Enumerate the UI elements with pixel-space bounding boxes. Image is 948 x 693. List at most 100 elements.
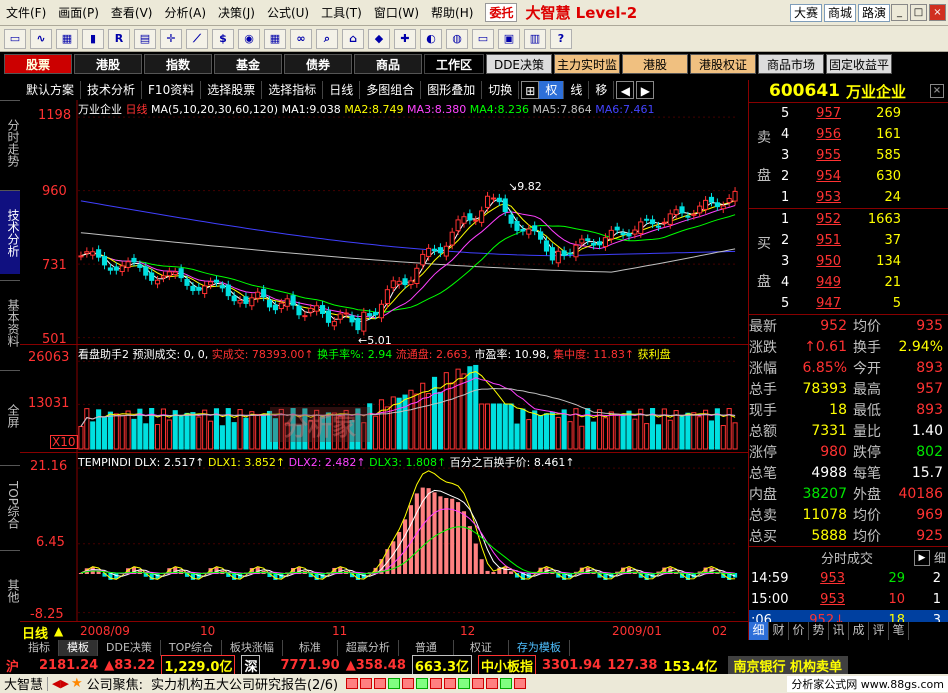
tab-basic-info[interactable]: 基本资料 — [0, 280, 20, 364]
expand-icon[interactable]: ▶ — [913, 549, 930, 566]
tab-template[interactable]: 模板 — [59, 640, 98, 656]
hk-warrant-tab[interactable]: 港股权证 — [690, 54, 756, 74]
sells-row[interactable]: 3 955 585 — [749, 145, 948, 166]
grid-icon[interactable]: ▦ — [264, 28, 286, 49]
right-tab[interactable]: 讯 — [829, 622, 849, 640]
commodity-market-tab[interactable]: 商品市场 — [758, 54, 824, 74]
default-scheme-dropdown[interactable]: 默认方案 — [20, 81, 82, 99]
menu-help[interactable]: 帮助(H) — [425, 4, 479, 21]
trade-detail-button[interactable]: 细 — [934, 549, 946, 566]
right-tab[interactable]: 势 — [809, 622, 829, 640]
right-tab[interactable]: 成 — [849, 622, 869, 640]
line-chart-icon[interactable]: ∿ — [30, 28, 52, 49]
menu-screen[interactable]: 画面(P) — [52, 4, 105, 21]
signal-icon[interactable]: ◉ — [238, 28, 260, 49]
cat-fund[interactable]: 基金 — [214, 54, 282, 74]
tag-icon[interactable]: ✚ — [394, 28, 416, 49]
sells-row[interactable]: 1 953 24 — [749, 187, 948, 208]
select-indicator-button[interactable]: 选择指标 — [262, 81, 324, 99]
chevron-right-icon[interactable]: ▶ — [636, 81, 655, 99]
news-ticker[interactable]: 南京银行 机构卖单 — [727, 655, 849, 675]
chevron-left-icon[interactable]: ◀ — [616, 81, 635, 99]
price-chart-pane[interactable]: 万业企业 日线 MA(5,10,20,30,60,120) MA1:9.038 … — [20, 100, 748, 345]
hk-stock-tab[interactable]: 港股 — [622, 54, 688, 74]
menu-file[interactable]: 文件(F) — [0, 4, 52, 21]
sh-label[interactable]: 沪 — [6, 656, 19, 675]
table-icon[interactable]: ▦ — [56, 28, 78, 49]
mall-button[interactable]: 商城 — [823, 4, 856, 22]
tab-dde[interactable]: DDE决策 — [98, 640, 161, 656]
right-tab[interactable]: 评 — [869, 622, 889, 640]
rights-button[interactable]: 权 — [539, 81, 565, 99]
right-tab[interactable]: 财 — [769, 622, 789, 640]
right-tab[interactable]: 细 — [749, 622, 769, 640]
home-icon[interactable]: ⌂ — [342, 28, 364, 49]
right-tab[interactable]: 价 — [789, 622, 809, 640]
tech-analysis-dropdown[interactable]: 技术分析 — [81, 81, 143, 99]
volume-chart-pane[interactable]: 看盘助手2 预测成交: 0, 0, 实成交: 78393.00↑ 换手率%: 2… — [20, 345, 748, 453]
multi-chart-dropdown[interactable]: 多图组合 — [360, 81, 422, 99]
sz-label[interactable]: 深 — [241, 654, 261, 676]
move-button[interactable]: 移 — [589, 81, 615, 99]
tab-tech-analysis[interactable]: 技术分析 — [0, 190, 20, 274]
entrust-button[interactable]: 委托 — [485, 3, 518, 22]
menu-window[interactable]: 窗口(W) — [368, 4, 425, 21]
chart-icon[interactable]: ▤ — [134, 28, 156, 49]
switch-button[interactable]: 切换 — [482, 81, 520, 99]
help-icon[interactable]: ? — [550, 28, 572, 49]
search-icon[interactable]: ⌕ — [316, 28, 338, 49]
roadshow-button[interactable]: 路演 — [857, 4, 890, 22]
sells-row[interactable]: 2 954 630 — [749, 166, 948, 187]
dollar-icon[interactable]: $ — [212, 28, 234, 49]
main-force-monitor-tab[interactable]: 主力实时监控 — [554, 54, 620, 92]
sells-row[interactable]: 4 956 161 — [749, 124, 948, 145]
select-stock-button[interactable]: 选择股票 — [201, 81, 263, 99]
tab-top[interactable]: TOP综合 — [0, 465, 20, 545]
bar-chart-icon[interactable]: ▮ — [82, 28, 104, 49]
cat-index[interactable]: 指数 — [144, 54, 212, 74]
close-panel-icon[interactable]: × — [930, 84, 944, 98]
right-tab[interactable]: 笔 — [889, 622, 909, 640]
menu-analysis[interactable]: 分析(A) — [158, 4, 212, 21]
contest-button[interactable]: 大赛 — [789, 4, 822, 22]
menu-view[interactable]: 查看(V) — [105, 4, 159, 21]
crosshair-toggle-icon[interactable]: ⊞ — [521, 81, 540, 99]
f10-button[interactable]: F10资料 — [142, 81, 202, 99]
tab-indicator[interactable]: 指标 — [20, 640, 59, 656]
calculator-icon[interactable]: ▣ — [498, 28, 520, 49]
globe-icon[interactable]: ◍ — [446, 28, 468, 49]
trade-row[interactable]: 15:00 953 10 1 — [749, 589, 948, 610]
menu-decision[interactable]: 决策(J) — [212, 4, 261, 21]
cat-hk[interactable]: 港股 — [74, 54, 142, 74]
maximize-icon[interactable]: □ — [910, 4, 927, 21]
rsi-icon[interactable]: R — [108, 28, 130, 49]
star-icon[interactable]: ★ — [71, 676, 83, 691]
buys-row[interactable]: 2 951 37 — [749, 230, 948, 251]
menu-tools[interactable]: 工具(T) — [315, 4, 368, 21]
tab-standard[interactable]: 标准 — [283, 640, 338, 656]
trade-row[interactable]: 14:59 953 29 2 — [749, 568, 948, 589]
tab-fullscreen[interactable]: 全屏 — [0, 370, 20, 460]
cat-bond[interactable]: 债券 — [284, 54, 352, 74]
cat-stocks[interactable]: 股票 — [4, 54, 72, 74]
ddd-icon[interactable]: ▭ — [472, 28, 494, 49]
daily-period-dropdown[interactable]: 日线 — [323, 81, 361, 99]
tab-other[interactable]: 其他 — [0, 550, 20, 630]
workspace-button[interactable]: 工作区 — [424, 54, 484, 74]
news-headline[interactable]: 实力机构五大公司研究报告(2/6) — [151, 674, 338, 693]
sme-label[interactable]: 中小板指 — [478, 654, 537, 676]
books-icon[interactable]: ▥ — [524, 28, 546, 49]
fixed-income-tab[interactable]: 固定收益平台 — [826, 54, 892, 92]
minimize-icon[interactable]: _ — [891, 4, 908, 21]
close-icon[interactable]: × — [929, 4, 946, 21]
overlay-dropdown[interactable]: 图形叠加 — [421, 81, 483, 99]
binoculars-icon[interactable]: ∞ — [290, 28, 312, 49]
dde-decision-tab[interactable]: DDE决策 — [486, 54, 552, 74]
triangle-up-icon[interactable]: ▲ — [54, 624, 63, 638]
cat-commodity[interactable]: 商品 — [354, 54, 422, 74]
ruler-icon[interactable]: ⟋ — [186, 28, 208, 49]
open-folder-icon[interactable]: ▭ — [4, 28, 26, 49]
prev-arrow-icon[interactable]: ◀▶ — [52, 677, 69, 690]
line-button[interactable]: 线 — [564, 81, 590, 99]
diamond-icon[interactable]: ◆ — [368, 28, 390, 49]
